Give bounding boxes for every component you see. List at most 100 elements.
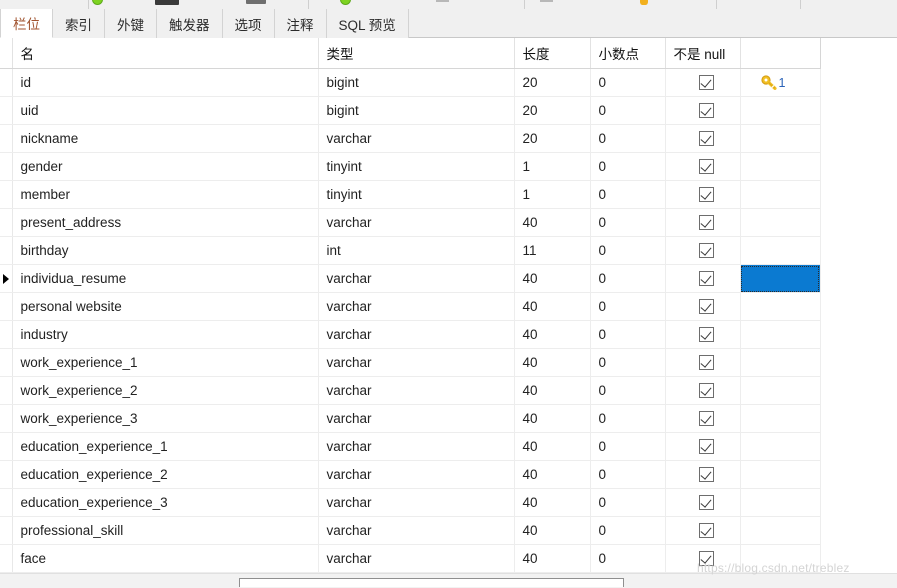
cell-field-name[interactable]: work_experience_2 — [12, 376, 319, 405]
row-marker[interactable] — [0, 68, 13, 97]
cell-field-type[interactable]: varchar — [318, 544, 515, 573]
cell-primary-key[interactable] — [740, 488, 821, 517]
cell-field-length[interactable]: 20 — [514, 124, 591, 153]
column-header-name[interactable]: 名 — [12, 38, 319, 69]
delete-field-icon[interactable] — [436, 0, 449, 6]
cell-field-decimals[interactable]: 0 — [590, 180, 666, 209]
cell-field-type[interactable]: varchar — [318, 376, 515, 405]
cell-field-name[interactable]: education_experience_1 — [12, 432, 319, 461]
cell-not-null-checkbox[interactable] — [665, 348, 741, 377]
tab-options[interactable]: 选项 — [222, 9, 275, 38]
cell-field-name[interactable]: professional_skill — [12, 516, 319, 545]
cell-field-name[interactable]: work_experience_3 — [12, 404, 319, 433]
cell-field-length[interactable]: 1 — [514, 152, 591, 181]
table-row[interactable]: id bigint 20 0 1 — [0, 68, 821, 97]
cell-primary-key[interactable] — [740, 264, 821, 293]
row-marker[interactable] — [0, 404, 13, 433]
cell-field-decimals[interactable]: 0 — [590, 124, 666, 153]
cell-field-type[interactable]: varchar — [318, 292, 515, 321]
cell-field-name[interactable]: individua_resume — [12, 264, 319, 293]
cell-field-length[interactable]: 40 — [514, 348, 591, 377]
cell-field-decimals[interactable]: 0 — [590, 460, 666, 489]
cell-field-type[interactable]: varchar — [318, 432, 515, 461]
cell-not-null-checkbox[interactable] — [665, 432, 741, 461]
checkbox-checked-icon[interactable] — [699, 299, 714, 315]
cell-field-length[interactable]: 40 — [514, 264, 591, 293]
cell-field-length[interactable]: 40 — [514, 376, 591, 405]
cell-not-null-checkbox[interactable] — [665, 488, 741, 517]
cell-primary-key[interactable] — [740, 292, 821, 321]
table-row[interactable]: education_experience_1 varchar 40 0 — [0, 432, 821, 461]
cell-field-type[interactable]: tinyint — [318, 152, 515, 181]
tab-fields[interactable]: 栏位 — [0, 9, 53, 38]
cell-not-null-checkbox[interactable] — [665, 544, 741, 573]
row-marker[interactable] — [0, 376, 13, 405]
cell-field-length[interactable]: 40 — [514, 432, 591, 461]
cell-not-null-checkbox[interactable] — [665, 516, 741, 545]
checkbox-checked-icon[interactable] — [699, 355, 714, 371]
checkbox-checked-icon[interactable] — [699, 327, 714, 343]
row-marker[interactable] — [0, 96, 13, 125]
row-marker[interactable] — [0, 544, 13, 573]
cell-field-name[interactable]: education_experience_2 — [12, 460, 319, 489]
cell-field-name[interactable]: id — [12, 68, 319, 97]
cell-field-type[interactable]: varchar — [318, 516, 515, 545]
table-row[interactable]: work_experience_3 varchar 40 0 — [0, 404, 821, 433]
cell-field-decimals[interactable]: 0 — [590, 96, 666, 125]
checkbox-checked-icon[interactable] — [699, 271, 714, 287]
cell-field-length[interactable]: 40 — [514, 460, 591, 489]
table-row[interactable]: member tinyint 1 0 — [0, 180, 821, 209]
cell-not-null-checkbox[interactable] — [665, 124, 741, 153]
cell-field-decimals[interactable]: 0 — [590, 376, 666, 405]
checkbox-checked-icon[interactable] — [699, 243, 714, 259]
tab-foreign-keys[interactable]: 外键 — [105, 9, 157, 38]
cell-field-type[interactable]: bigint — [318, 96, 515, 125]
column-header-not-null[interactable]: 不是 null — [665, 38, 741, 69]
cell-primary-key[interactable] — [740, 376, 821, 405]
row-marker[interactable] — [0, 236, 13, 265]
table-row[interactable]: birthday int 11 0 — [0, 236, 821, 265]
row-marker[interactable] — [0, 488, 13, 517]
cell-primary-key[interactable] — [740, 544, 821, 573]
cell-field-length[interactable]: 40 — [514, 208, 591, 237]
cell-field-length[interactable]: 40 — [514, 544, 591, 573]
cell-not-null-checkbox[interactable] — [665, 96, 741, 125]
cell-field-decimals[interactable]: 0 — [590, 432, 666, 461]
cell-primary-key[interactable] — [740, 208, 821, 237]
checkbox-checked-icon[interactable] — [699, 103, 714, 119]
checkbox-checked-icon[interactable] — [699, 383, 714, 399]
cell-field-name[interactable]: nickname — [12, 124, 319, 153]
table-row[interactable]: present_address varchar 40 0 — [0, 208, 821, 237]
primary-key-icon[interactable] — [640, 0, 648, 6]
cell-primary-key[interactable] — [740, 432, 821, 461]
cell-field-type[interactable]: bigint — [318, 68, 515, 97]
table-row[interactable]: education_experience_2 varchar 40 0 — [0, 460, 821, 489]
cell-field-length[interactable]: 40 — [514, 292, 591, 321]
tab-comment[interactable]: 注释 — [274, 9, 327, 38]
row-marker[interactable] — [0, 152, 13, 181]
checkbox-checked-icon[interactable] — [699, 187, 714, 203]
cell-field-decimals[interactable]: 0 — [590, 320, 666, 349]
cell-field-type[interactable]: int — [318, 236, 515, 265]
checkbox-checked-icon[interactable] — [699, 159, 714, 175]
row-marker[interactable] — [0, 432, 13, 461]
cell-primary-key[interactable] — [740, 236, 821, 265]
cell-field-decimals[interactable]: 0 — [590, 544, 666, 573]
row-marker[interactable] — [0, 208, 13, 237]
cell-field-decimals[interactable]: 0 — [590, 516, 666, 545]
cell-not-null-checkbox[interactable] — [665, 208, 741, 237]
cell-field-name[interactable]: present_address — [12, 208, 319, 237]
cell-field-decimals[interactable]: 0 — [590, 264, 666, 293]
cell-field-decimals[interactable]: 0 — [590, 208, 666, 237]
cell-field-length[interactable]: 40 — [514, 488, 591, 517]
cell-not-null-checkbox[interactable] — [665, 404, 741, 433]
cell-primary-key[interactable] — [740, 124, 821, 153]
cell-primary-key[interactable] — [740, 152, 821, 181]
cell-field-length[interactable]: 40 — [514, 516, 591, 545]
cell-primary-key[interactable] — [740, 404, 821, 433]
column-header-type[interactable]: 类型 — [318, 38, 515, 69]
tab-indexes[interactable]: 索引 — [53, 9, 105, 38]
cell-field-length[interactable]: 20 — [514, 68, 591, 97]
cell-field-name[interactable]: gender — [12, 152, 319, 181]
table-row[interactable]: work_experience_1 varchar 40 0 — [0, 348, 821, 377]
